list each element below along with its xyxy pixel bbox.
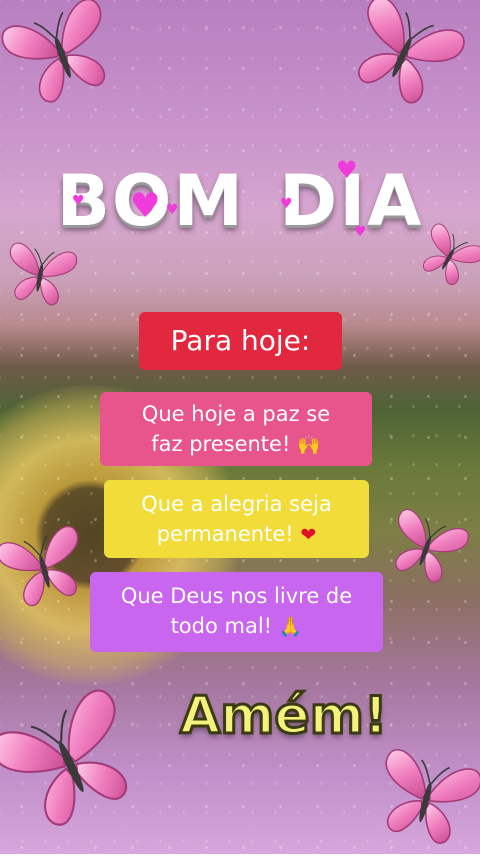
message-box-protection: Que Deus nos livre de todo mal! 🙏 [90,572,383,652]
closing-amen: Amém! [179,685,390,748]
heart-icon: ♥ [354,224,367,240]
message-box-joy: Que a alegria seja permanente! ❤ [104,480,369,558]
header-text: Para hoje: [170,324,311,357]
heart-icon: ♥ [280,196,293,212]
message-line: Que hoje a paz se [141,402,331,426]
heart-icon: ♥ [336,156,358,184]
message-box-peace: Que hoje a paz se faz presente! 🙌 [100,392,372,466]
heart-icon: ♥ [72,193,85,209]
message-line: Que Deus nos livre de [120,584,353,608]
message-line: faz presente! [151,432,291,456]
message-line: todo mal! [170,614,273,638]
message-line: permanente! [156,522,294,546]
praying-hands-emoji: 🙏 [278,616,303,638]
heart-icon: ♥ [166,202,179,218]
red-heart-emoji: ❤ [300,524,317,546]
heart-icon: ♥ [130,186,161,226]
raising-hands-emoji: 🙌 [297,434,321,456]
header-label: Para hoje: [139,312,342,370]
butterfly-icon [1,241,79,309]
message-line: Que a alegria seja [141,492,332,516]
